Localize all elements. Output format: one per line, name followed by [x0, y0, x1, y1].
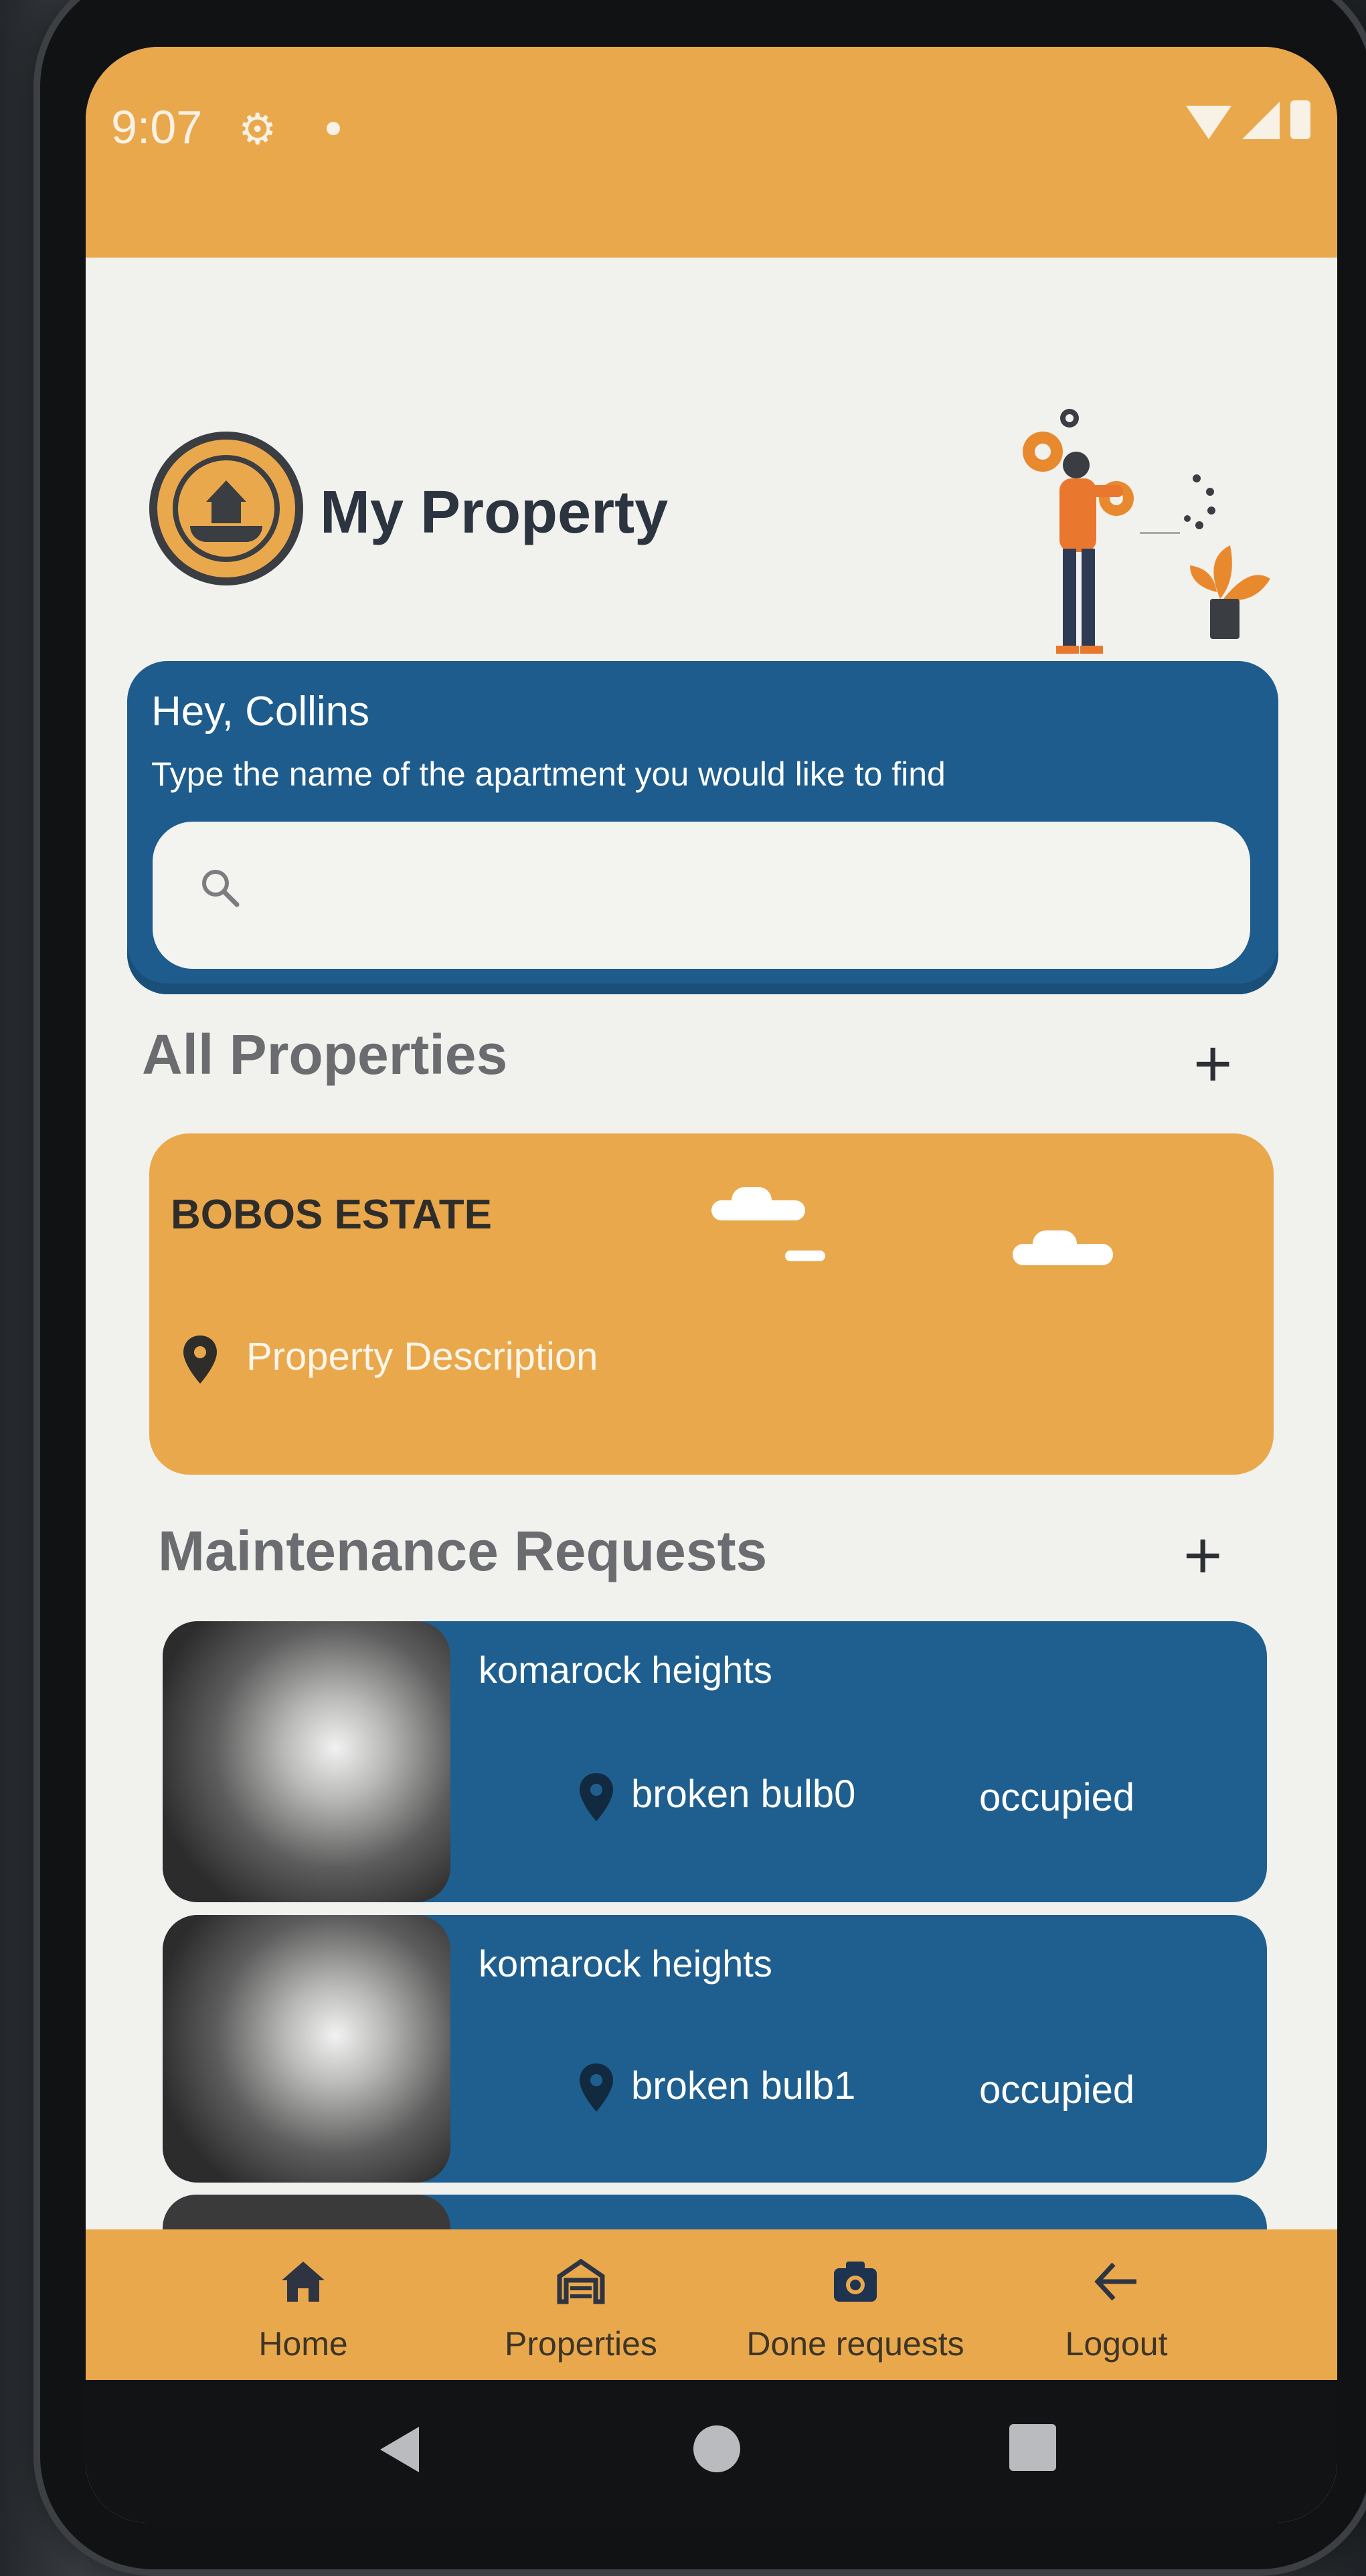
request-issue: broken bulb1 — [631, 2064, 856, 2108]
property-description: Property Description — [246, 1335, 598, 1378]
location-pin-icon — [580, 1773, 613, 1821]
search-icon — [202, 870, 240, 907]
home-circle-icon[interactable] — [693, 2425, 740, 2472]
request-property: komarock heights — [479, 1649, 772, 1691]
property-name: BOBOS ESTATE — [171, 1192, 492, 1238]
add-request-button[interactable]: + — [1183, 1522, 1222, 1589]
app-header: My Property — [86, 258, 1337, 699]
maintenance-requests-heading: Maintenance Requests — [158, 1520, 768, 1582]
maintenance-request-card[interactable]: komarock heights broken bulb0 occupied — [163, 1621, 1267, 1902]
add-property-button[interactable]: + — [1193, 1030, 1232, 1097]
location-pin-icon — [183, 1336, 217, 1384]
battery-icon — [1290, 100, 1310, 139]
request-photo — [163, 1621, 450, 1902]
nav-logout[interactable]: Logout — [1029, 2229, 1203, 2380]
signal-icon — [1242, 102, 1280, 139]
nav-home[interactable]: Home — [213, 2229, 394, 2380]
status-icons — [1186, 100, 1310, 139]
home-icon — [282, 2262, 325, 2302]
maintenance-illustration — [1023, 409, 1270, 654]
bottom-navigation: Home Properties Done requests Logout — [86, 2229, 1337, 2380]
app-title: My Property — [320, 479, 669, 546]
notification-dot-icon — [327, 122, 340, 135]
cloud-icon — [732, 1187, 772, 1214]
wifi-icon — [1186, 106, 1231, 139]
settings-notification-icon: ⚙ — [238, 105, 277, 153]
back-icon[interactable] — [380, 2427, 419, 2472]
cloud-icon — [1033, 1230, 1077, 1257]
cloud-icon — [785, 1251, 825, 1261]
recent-apps-icon[interactable] — [1009, 2424, 1056, 2471]
status-time: 9:07 — [111, 101, 203, 153]
all-properties-heading: All Properties — [142, 1023, 508, 1086]
camera-icon — [834, 2262, 877, 2302]
nav-done-requests[interactable]: Done requests — [721, 2229, 989, 2380]
request-photo — [163, 1915, 450, 2183]
search-input[interactable] — [153, 822, 1250, 969]
maintenance-request-card[interactable]: komarock heights broken bulb1 occupied — [163, 1915, 1267, 2183]
nav-logout-label: Logout — [1065, 2325, 1168, 2363]
request-issue: broken bulb0 — [631, 1772, 856, 1816]
nav-properties[interactable]: Properties — [474, 2229, 688, 2380]
app-screen: 9:07 ⚙ My Property Hey, Collins Type the… — [86, 47, 1337, 2522]
request-status: occupied — [979, 2068, 1135, 2112]
warehouse-icon — [557, 2258, 605, 2304]
request-property: komarock heights — [479, 1942, 772, 1985]
search-card: Hey, Collins Type the name of the apartm… — [127, 661, 1278, 994]
status-bar: 9:07 ⚙ — [86, 47, 1337, 258]
system-navigation-bar — [86, 2380, 1337, 2522]
nav-done-requests-label: Done requests — [746, 2325, 964, 2363]
property-card[interactable]: BOBOS ESTATE Property Description — [149, 1133, 1274, 1475]
app-logo — [149, 432, 303, 585]
greeting-text: Hey, Collins — [151, 688, 370, 735]
nav-properties-label: Properties — [505, 2325, 657, 2363]
request-status: occupied — [979, 1776, 1135, 1819]
location-pin-icon — [580, 2063, 613, 2112]
nav-home-label: Home — [258, 2325, 348, 2363]
search-instructions: Type the name of the apartment you would… — [151, 755, 946, 793]
house-in-hand-icon — [173, 455, 280, 562]
arrow-left-icon — [1094, 2262, 1136, 2301]
